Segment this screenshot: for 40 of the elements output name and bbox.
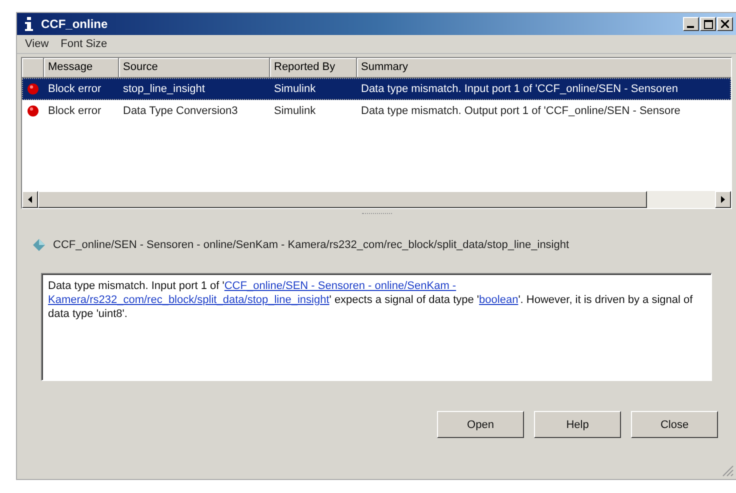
dialog-button[interactable]: Close — [631, 411, 718, 438]
message-link[interactable]: boolean — [479, 294, 518, 306]
info-icon — [23, 17, 35, 31]
table-row[interactable]: Block error Data Type Conversion3 Simulink Data type mismatch. Output port 1 of 'CCF_online/SEN - Sensore — [22, 100, 731, 122]
column-header[interactable]: Message — [44, 58, 119, 78]
minimize-button[interactable] — [683, 17, 699, 31]
table-cell-text: Data type mismatch. Output port 1 of 'CCF_online/SEN - Sensore — [360, 105, 682, 117]
close-icon — [721, 20, 729, 28]
column-header[interactable]: Source — [119, 58, 270, 78]
message-link[interactable]: Kamera/rs232_com/rec_block/split_data/stop_line_insight — [48, 294, 330, 306]
maximize-button[interactable] — [700, 17, 716, 31]
dialog-button[interactable]: Help — [534, 411, 621, 438]
resize-grip-icon[interactable] — [722, 465, 734, 477]
column-header[interactable]: Reported By — [270, 58, 357, 78]
close-button[interactable] — [717, 17, 733, 31]
table-cell-text: Data type mismatch. Input port 1 of 'CCF_online/SEN - Sensoren — [360, 83, 679, 95]
column-header[interactable]: Summary — [357, 58, 731, 78]
right-arrow-icon — [721, 196, 725, 203]
splitter-handle[interactable] — [362, 213, 392, 217]
menu-item[interactable]: Font Size — [60, 38, 108, 50]
error-icon — [27, 105, 39, 117]
menu-item[interactable]: View — [25, 38, 49, 50]
left-arrow-icon — [28, 196, 32, 203]
table-cell-text: Block error — [47, 105, 102, 117]
diamond-icon — [33, 239, 45, 251]
maximize-icon — [704, 20, 712, 28]
block-path: CCF_online/SEN - Sensoren - online/SenKam - Kamera/rs232_com/rec_block/split_data/stop_line_insight — [53, 239, 570, 251]
scroll-right-button[interactable] — [715, 191, 731, 208]
table-cell-text: Simulink — [273, 83, 317, 95]
message-link[interactable]: CCF_online/SEN - Sensoren - online/SenKam - — [224, 280, 456, 292]
message-text: Data type mismatch. Input port 1 of 'CCF_online/SEN - Sensoren - online/SenKam - Kamera/rs232_com/rec_block/split_data/stop_line_insight' expects a signal of data type 'boolean'. However, it is driven by a signal of data type 'uint8'. — [48, 279, 694, 321]
table-cell-text: stop_line_insight — [122, 83, 206, 95]
window-title: CCF_online — [41, 17, 109, 31]
table-cell-text: Simulink — [273, 105, 317, 117]
scroll-left-button[interactable] — [22, 191, 38, 208]
table-cell-text: Data Type Conversion3 — [122, 105, 239, 117]
error-icon — [27, 83, 39, 95]
table-row[interactable]: Block error stop_line_insight Simulink Data type mismatch. Input port 1 of 'CCF_online/SEN - Sensoren — [22, 78, 731, 100]
dialog-button[interactable]: Open — [437, 411, 524, 438]
table-cell-text: Block error — [47, 83, 102, 95]
